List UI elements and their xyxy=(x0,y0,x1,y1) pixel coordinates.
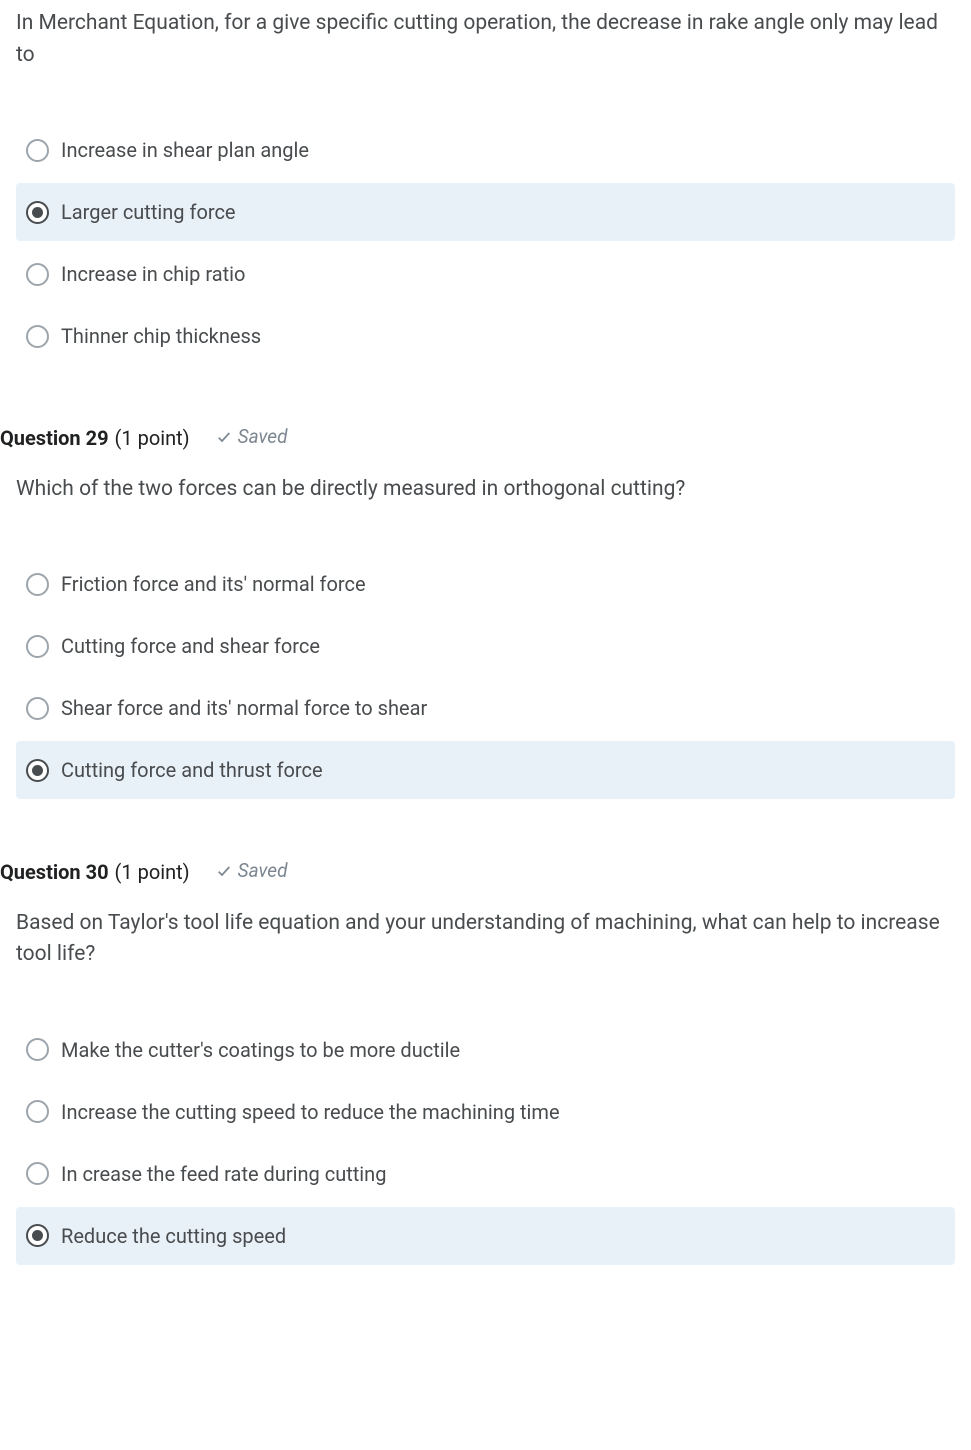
question-28-options: Increase in shear plan angle Larger cutt… xyxy=(0,87,971,399)
radio-icon xyxy=(26,697,49,720)
question-30-header: Question 30 (1 point) Saved xyxy=(0,843,971,900)
question-29-title: Question 29 xyxy=(0,426,109,450)
question-28-text: In Merchant Equation, for a give specifi… xyxy=(0,0,971,87)
option-label: Increase in shear plan angle xyxy=(61,137,309,163)
radio-icon xyxy=(26,573,49,596)
option-label: Reduce the cutting speed xyxy=(61,1223,286,1249)
option-label: Increase the cutting speed to reduce the… xyxy=(61,1099,560,1125)
question-30-title: Question 30 xyxy=(0,860,109,884)
q29-option-3[interactable]: Cutting force and thrust force xyxy=(16,741,955,799)
question-30-block: Question 30 (1 point) Saved Based on Tay… xyxy=(0,843,971,1299)
check-icon xyxy=(216,429,232,445)
option-label: Larger cutting force xyxy=(61,199,236,225)
question-30-points: (1 point) xyxy=(115,860,190,884)
q29-option-0[interactable]: Friction force and its' normal force xyxy=(16,555,955,613)
saved-indicator: Saved xyxy=(216,425,288,448)
q28-option-1[interactable]: Larger cutting force xyxy=(16,183,955,241)
radio-icon xyxy=(26,635,49,658)
option-label: Friction force and its' normal force xyxy=(61,571,366,597)
radio-icon xyxy=(26,1224,49,1247)
q30-option-2[interactable]: In crease the feed rate during cutting xyxy=(16,1145,955,1203)
question-29-points: (1 point) xyxy=(115,426,190,450)
saved-indicator: Saved xyxy=(216,859,288,882)
option-label: Make the cutter's coatings to be more du… xyxy=(61,1037,460,1063)
radio-icon xyxy=(26,1100,49,1123)
question-30-text: Based on Taylor's tool life equation and… xyxy=(0,900,971,987)
q30-option-0[interactable]: Make the cutter's coatings to be more du… xyxy=(16,1021,955,1079)
question-29-header: Question 29 (1 point) Saved xyxy=(0,409,971,466)
q30-option-3[interactable]: Reduce the cutting speed xyxy=(16,1207,955,1265)
question-30-options: Make the cutter's coatings to be more du… xyxy=(0,987,971,1299)
option-label: Cutting force and thrust force xyxy=(61,757,323,783)
q30-option-1[interactable]: Increase the cutting speed to reduce the… xyxy=(16,1083,955,1141)
saved-label: Saved xyxy=(238,425,288,448)
question-28-block: In Merchant Equation, for a give specifi… xyxy=(0,0,971,399)
option-label: Shear force and its' normal force to she… xyxy=(61,695,427,721)
radio-icon xyxy=(26,139,49,162)
radio-icon xyxy=(26,201,49,224)
check-icon xyxy=(216,863,232,879)
option-label: Cutting force and shear force xyxy=(61,633,320,659)
option-label: Thinner chip thickness xyxy=(61,323,261,349)
question-29-text: Which of the two forces can be directly … xyxy=(0,466,971,522)
q28-option-0[interactable]: Increase in shear plan angle xyxy=(16,121,955,179)
radio-icon xyxy=(26,1038,49,1061)
q29-option-2[interactable]: Shear force and its' normal force to she… xyxy=(16,679,955,737)
q28-option-3[interactable]: Thinner chip thickness xyxy=(16,307,955,365)
saved-label: Saved xyxy=(238,859,288,882)
q28-option-2[interactable]: Increase in chip ratio xyxy=(16,245,955,303)
question-29-options: Friction force and its' normal force Cut… xyxy=(0,521,971,833)
radio-icon xyxy=(26,759,49,782)
radio-icon xyxy=(26,263,49,286)
option-label: In crease the feed rate during cutting xyxy=(61,1161,386,1187)
question-29-block: Question 29 (1 point) Saved Which of the… xyxy=(0,409,971,833)
radio-icon xyxy=(26,1162,49,1185)
q29-option-1[interactable]: Cutting force and shear force xyxy=(16,617,955,675)
option-label: Increase in chip ratio xyxy=(61,261,245,287)
radio-icon xyxy=(26,325,49,348)
